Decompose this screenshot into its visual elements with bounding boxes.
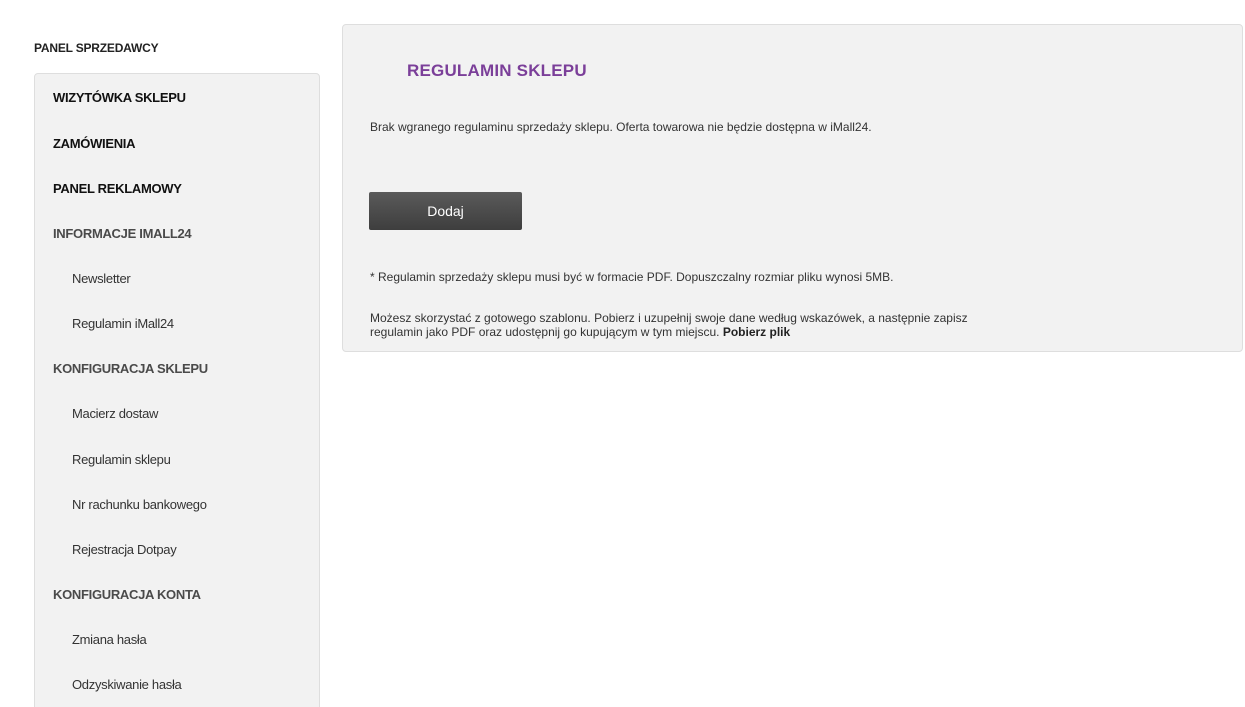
sidebar-item-macierz-dostaw[interactable]: Macierz dostaw bbox=[72, 406, 158, 421]
sidebar-item-konfiguracja-konta[interactable]: KONFIGURACJA KONTA bbox=[53, 587, 201, 602]
content-panel: REGULAMIN SKLEPU Brak wgranego regulamin… bbox=[342, 24, 1243, 352]
sidebar-item-odzyskiwanie-hasla[interactable]: Odzyskiwanie hasła bbox=[72, 677, 182, 692]
page-title: REGULAMIN SKLEPU bbox=[407, 61, 587, 80]
page: PANEL SPRZEDAWCY WIZYTÓWKA SKLEPU ZAMÓWI… bbox=[0, 0, 1245, 707]
sidebar-item-zamowienia[interactable]: ZAMÓWIENIA bbox=[53, 136, 136, 151]
sidebar-item-rejestracja-dotpay[interactable]: Rejestracja Dotpay bbox=[72, 542, 177, 557]
template-note-line-2: regulamin jako PDF oraz udostępnij go ku… bbox=[370, 325, 1210, 339]
add-button[interactable]: Dodaj bbox=[369, 192, 522, 230]
sidebar-item-regulamin-sklepu[interactable]: Regulamin sklepu bbox=[72, 452, 171, 467]
missing-terms-notice: Brak wgranego regulaminu sprzedaży sklep… bbox=[370, 120, 872, 134]
sidebar-item-panel-reklamowy[interactable]: PANEL REKLAMOWY bbox=[53, 181, 182, 196]
template-note-text: regulamin jako PDF oraz udostępnij go ku… bbox=[370, 325, 720, 339]
sidebar-item-regulamin-imall24[interactable]: Regulamin iMall24 bbox=[72, 316, 174, 331]
pdf-format-note: * Regulamin sprzedaży sklepu musi być w … bbox=[370, 270, 894, 284]
download-file-link[interactable]: Pobierz plik bbox=[723, 325, 790, 339]
template-note: Możesz skorzystać z gotowego szablonu. P… bbox=[370, 311, 1210, 339]
sidebar-item-newsletter[interactable]: Newsletter bbox=[72, 271, 131, 286]
sidebar-item-informacje-imall24[interactable]: INFORMACJE IMALL24 bbox=[53, 226, 192, 241]
template-note-line-1: Możesz skorzystać z gotowego szablonu. P… bbox=[370, 311, 968, 325]
sidebar-item-wizytowka-sklepu[interactable]: WIZYTÓWKA SKLEPU bbox=[53, 90, 186, 105]
sidebar-title: PANEL SPRZEDAWCY bbox=[34, 41, 159, 55]
sidebar-item-konfiguracja-sklepu[interactable]: KONFIGURACJA SKLEPU bbox=[53, 361, 208, 376]
sidebar-item-nr-rachunku-bankowego[interactable]: Nr rachunku bankowego bbox=[72, 497, 207, 512]
sidebar-menu: WIZYTÓWKA SKLEPU ZAMÓWIENIA PANEL REKLAM… bbox=[34, 73, 320, 707]
sidebar-item-zmiana-hasla[interactable]: Zmiana hasła bbox=[72, 632, 147, 647]
